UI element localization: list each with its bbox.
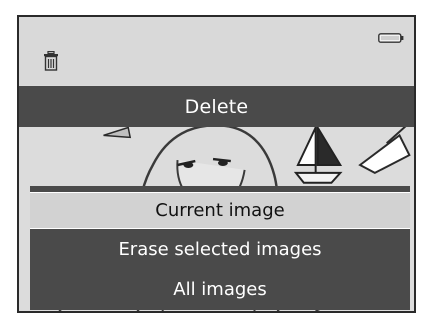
- menu-item-current-image[interactable]: Current image: [30, 192, 410, 229]
- trash-icon: [43, 50, 59, 71]
- delete-options-menu: Current image Erase selected images All …: [30, 186, 410, 310]
- battery-icon: [378, 28, 404, 43]
- camera-lcd-screen: Delete Current image Erase selected imag…: [17, 15, 416, 313]
- menu-item-all-images[interactable]: All images: [30, 271, 410, 308]
- menu-title: Delete: [19, 86, 414, 127]
- menu-item-erase-selected-images[interactable]: Erase selected images: [30, 231, 410, 268]
- status-strip: [19, 17, 414, 85]
